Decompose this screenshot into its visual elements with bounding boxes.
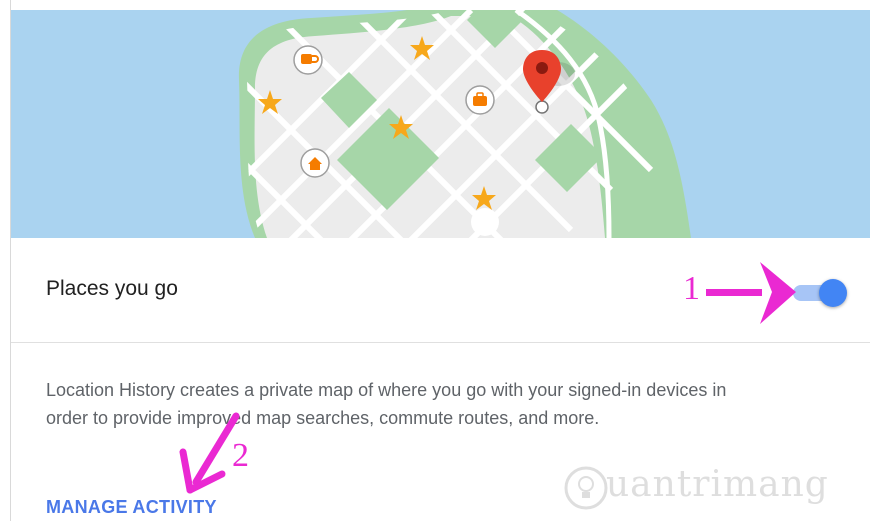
briefcase-icon [465, 85, 495, 115]
home-icon [300, 148, 330, 178]
places-you-go-row: Places you go [11, 238, 870, 343]
location-history-description: Location History creates a private map o… [46, 380, 727, 428]
annotation-step-1: 1 [683, 270, 700, 307]
coffee-icon [293, 45, 323, 75]
lightbulb-icon [564, 466, 608, 510]
manage-activity-link[interactable]: MANAGE ACTIVITY [46, 497, 217, 518]
watermark-text: uantrimang [606, 464, 829, 505]
location-history-card: Places you go Location History creates a… [10, 0, 870, 521]
map-illustration [11, 10, 870, 238]
setting-label: Places you go [46, 277, 178, 300]
annotation-step-2: 2 [232, 437, 249, 474]
map-svg [11, 10, 870, 238]
watermark: uantrimang [562, 458, 870, 518]
toggle-thumb [819, 279, 847, 307]
places-you-go-toggle[interactable] [793, 279, 851, 307]
